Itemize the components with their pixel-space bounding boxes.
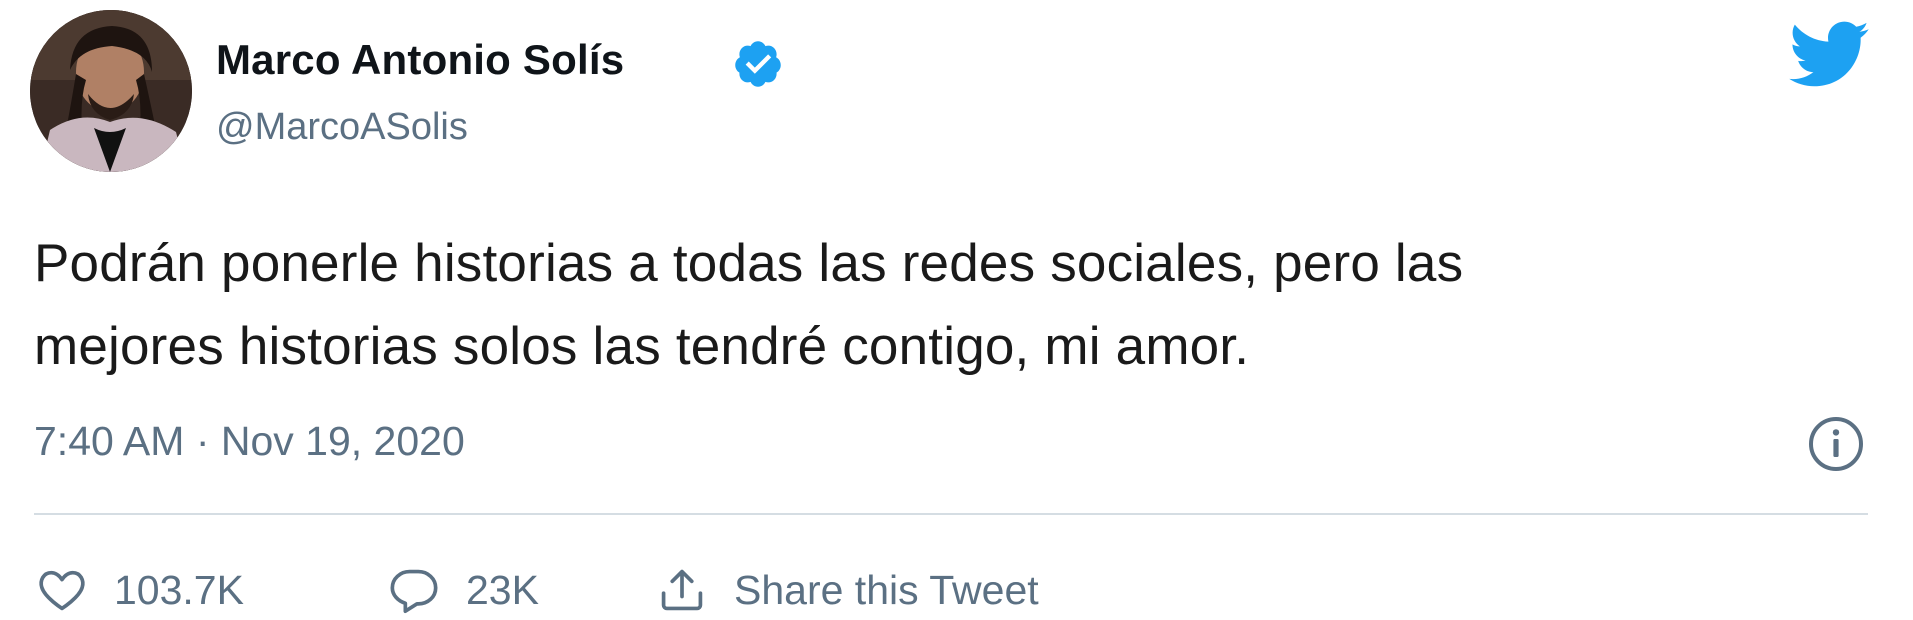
share-upload-icon [661, 569, 703, 611]
author-handle[interactable]: @MarcoASolis [216, 106, 468, 149]
reply-count: 23K [466, 566, 539, 613]
tweet-timestamp[interactable]: 7:40 AM · Nov 19, 2020 [34, 418, 465, 465]
tweet-text-line-2: mejores historias solos las tendré conti… [34, 317, 1250, 376]
tweet-text: Podrán ponerle historias a todas las red… [34, 222, 1854, 388]
tweet-card: Marco Antonio Solís @MarcoASolis Podrán … [0, 0, 1913, 620]
like-button[interactable]: 103.7K [36, 560, 244, 620]
avatar[interactable] [30, 10, 192, 172]
heart-icon [39, 570, 85, 611]
share-tweet-button[interactable]: Share this Tweet [656, 560, 1039, 620]
verified-badge-icon [732, 38, 784, 90]
like-count: 103.7K [114, 566, 244, 613]
divider [34, 513, 1868, 515]
tweet-text-line-1: Podrán ponerle historias a todas las red… [34, 234, 1464, 293]
reply-button[interactable]: 23K [388, 560, 539, 620]
reply-bubble-icon [390, 569, 438, 614]
info-icon[interactable] [1806, 414, 1866, 474]
share-tweet-label: Share this Tweet [734, 566, 1039, 613]
author-name[interactable]: Marco Antonio Solís [216, 36, 624, 84]
twitter-bird-icon[interactable] [1786, 18, 1870, 90]
